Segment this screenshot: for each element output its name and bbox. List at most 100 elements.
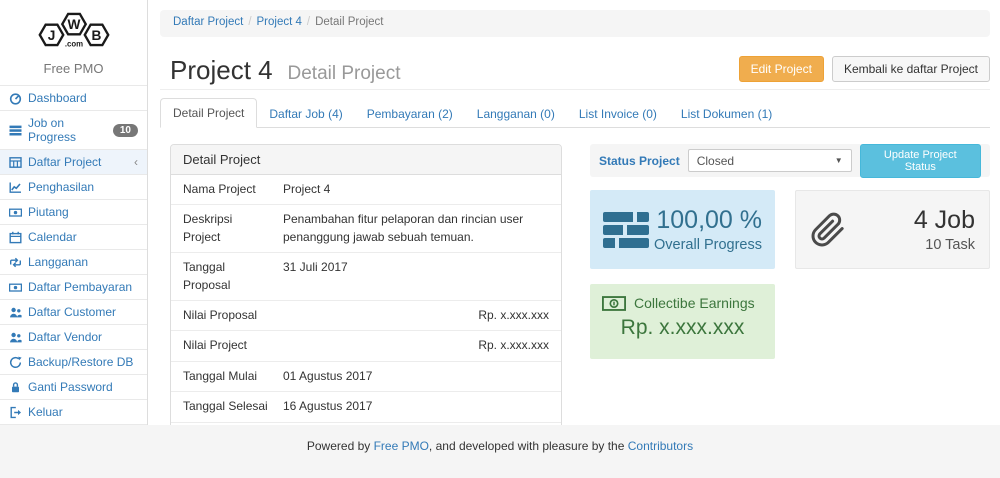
page-subtitle: Detail Project [288,63,401,84]
sidebar-menu: Dashboard Job on Progress 10 Daftar Proj… [0,85,147,425]
breadcrumb-daftar-project[interactable]: Daftar Project [173,16,243,28]
sidebar: J W B .com Free PMO Dashboard Job on Pro… [0,0,148,425]
breadcrumb-project-4[interactable]: Project 4 [257,16,302,28]
overall-progress-card: 100,00 % Overall Progress [590,190,775,269]
contributors-link[interactable]: Contributors [628,439,693,453]
sidebar-item-job-on-progress[interactable]: Job on Progress 10 [0,111,147,150]
sidebar-item-label: Ganti Password [28,380,113,394]
sidebar-item-dashboard[interactable]: Dashboard [0,86,147,111]
tab-list-invoice[interactable]: List Invoice (0) [567,100,669,128]
back-to-project-list-button[interactable]: Kembali ke daftar Project [832,56,990,82]
sidebar-item-ganti-password[interactable]: Ganti Password [0,375,147,400]
caret-down-icon: ▼ [835,156,843,165]
breadcrumb-separator: / [248,16,251,28]
table-row: Tanggal Proposal31 Juli 2017 [171,253,561,301]
tasks-icon [603,211,649,249]
lock-icon [9,381,22,394]
table-row: Tanggal Mulai01 Agustus 2017 [171,361,561,391]
field-value: Rp. x.xxx.xxx [271,300,561,330]
sidebar-item-label: Daftar Pembayaran [28,280,132,294]
table-row: Deskripsi ProjectPenambahan fitur pelapo… [171,205,561,253]
footer-text: , and developed with pleasure by the [429,439,628,453]
sidebar-item-piutang[interactable]: Piutang [0,200,147,225]
sidebar-item-label: Dashboard [28,91,87,105]
task-count-value: 10 Task [914,237,975,253]
line-chart-icon [9,181,22,194]
sidebar-item-label: Backup/Restore DB [28,355,133,369]
sidebar-item-daftar-pembayaran[interactable]: Daftar Pembayaran [0,275,147,300]
field-label: Tanggal Selesai [171,392,271,422]
sidebar-item-keluar[interactable]: Keluar [0,400,147,425]
refresh-icon [9,356,22,369]
brand-name: Free PMO [0,61,147,76]
sidebar-item-backup-restore-db[interactable]: Backup/Restore DB [0,350,147,375]
table-row: Nama ProjectProject 4 [171,175,561,205]
free-pmo-link[interactable]: Free PMO [374,439,429,453]
job-task-card: 4 Job 10 Task [795,190,990,269]
money-icon [9,206,22,219]
sidebar-item-label: Daftar Project [28,155,101,169]
field-label: Tanggal Proposal [171,253,271,301]
status-select-value: Closed [697,154,734,168]
sidebar-item-label: Penghasilan [28,180,94,194]
panel-title: Detail Project [171,145,561,175]
overall-progress-value: 100,00 % [654,206,762,235]
breadcrumb-separator: / [307,16,310,28]
status-project-bar: Status Project Closed ▼ Update Project S… [590,144,990,177]
breadcrumb-current: Detail Project [315,16,383,28]
page-title: Project 4 [170,55,273,85]
field-value: 31 Juli 2017 [271,253,561,301]
field-label: Deskripsi Project [171,205,271,253]
table-row: Tanggal Selesai16 Agustus 2017 [171,392,561,422]
payment-icon [9,281,22,294]
sidebar-item-langganan[interactable]: Langganan [0,250,147,275]
sidebar-item-penghasilan[interactable]: Penghasilan [0,175,147,200]
table-row: Nilai ProposalRp. x.xxx.xxx [171,300,561,330]
sidebar-item-daftar-project[interactable]: Daftar Project ‹ [0,150,147,175]
update-project-status-button[interactable]: Update Project Status [860,144,981,178]
tasks-icon [9,124,22,137]
earnings-value: Rp. x.xxx.xxx [602,316,763,340]
status-select[interactable]: Closed ▼ [688,149,852,172]
field-value: Penambahan fitur pelaporan dan rincian u… [271,205,561,253]
tab-pembayaran[interactable]: Pembayaran (2) [355,100,465,128]
sidebar-item-label: Daftar Customer [28,305,116,319]
app-root: J W B .com Free PMO Dashboard Job on Pro… [0,0,1000,478]
tab-langganan[interactable]: Langganan (0) [465,100,567,128]
paperclip-icon [810,212,846,248]
tab-list-dokumen[interactable]: List Dokumen (1) [669,100,784,128]
status-project-label: Status Project [599,154,680,168]
svg-text:W: W [67,17,80,32]
sidebar-item-daftar-vendor[interactable]: Daftar Vendor [0,325,147,350]
svg-text:B: B [91,28,101,43]
tab-daftar-job[interactable]: Daftar Job (4) [257,100,354,128]
page-header: Project 4 Detail Project Edit Project Ke… [160,37,990,90]
earnings-caption: Collectibe Earnings [634,295,755,311]
sidebar-item-calendar[interactable]: Calendar [0,225,147,250]
sidebar-item-daftar-customer[interactable]: Daftar Customer [0,300,147,325]
job-count-badge: 10 [113,124,138,137]
collectible-earnings-card: Collectibe Earnings Rp. x.xxx.xxx [590,284,775,359]
users-icon [9,331,22,344]
field-value: 01 Agustus 2017 [271,361,561,391]
overall-progress-caption: Overall Progress [654,237,762,253]
field-label: Tanggal Mulai [171,361,271,391]
job-count-value: 4 Job [914,206,975,235]
main-content: Daftar Project / Project 4 / Detail Project … [148,0,1000,425]
field-label: Nama Project [171,175,271,205]
table-row: Nilai ProjectRp. x.xxx.xxx [171,331,561,361]
money-icon [602,296,626,311]
tab-bar: Detail Project Daftar Job (4) Pembayaran… [160,100,990,128]
field-label: Nilai Project [171,331,271,361]
edit-project-button[interactable]: Edit Project [739,56,824,82]
sidebar-item-label: Daftar Vendor [28,330,102,344]
jwb-hexagon-logo-icon: J W B .com [30,7,118,53]
table-icon [9,156,22,169]
field-label: Nilai Proposal [171,300,271,330]
dashboard-icon [9,92,22,105]
chevron-left-icon: ‹ [134,155,138,169]
users-icon [9,306,22,319]
sign-out-icon [9,406,22,419]
tab-detail-project[interactable]: Detail Project [160,98,257,128]
sidebar-item-label: Langganan [28,255,88,269]
